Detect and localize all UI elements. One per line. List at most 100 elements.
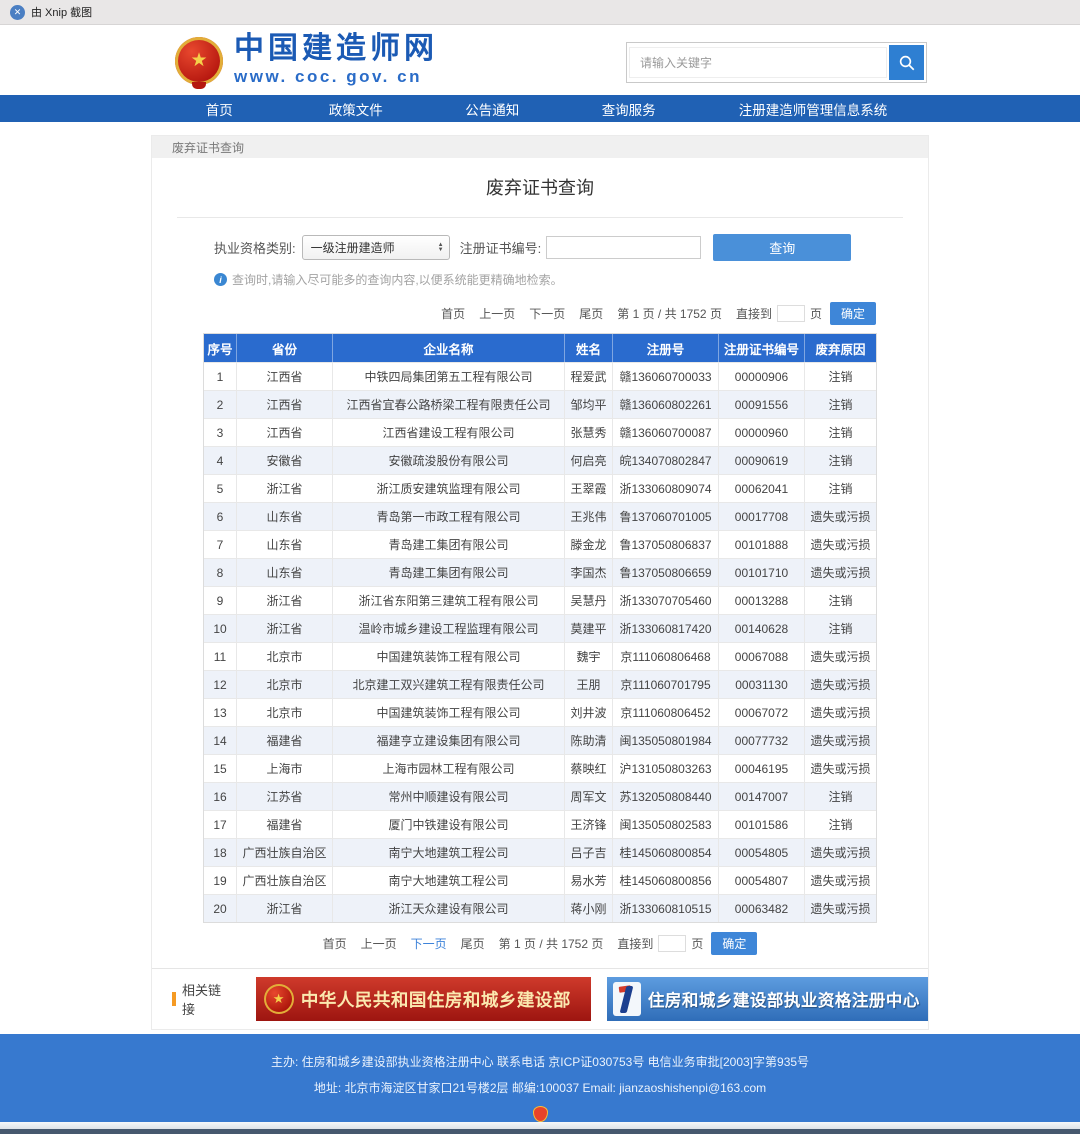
category-select[interactable]: 一级注册建造师 ▲▼ xyxy=(302,235,450,260)
table-cell: 00054805 xyxy=(719,838,805,866)
jump-page-input[interactable] xyxy=(777,305,805,322)
table-cell: 江西省建设工程有限公司 xyxy=(333,418,565,446)
nav-item-2[interactable]: 公告通知 xyxy=(424,95,560,122)
table-cell: 江西省 xyxy=(237,418,333,446)
table-cell: 5 xyxy=(204,474,237,502)
table-cell: 6 xyxy=(204,502,237,530)
query-button[interactable]: 查询 xyxy=(713,234,851,261)
table-cell: 9 xyxy=(204,586,237,614)
table-cell: 王兆伟 xyxy=(565,502,613,530)
jump-page-input[interactable] xyxy=(658,935,686,952)
capture-bar-label: 由 Xnip 截图 xyxy=(31,4,92,20)
search-icon xyxy=(898,54,916,72)
capture-bar: ✕ 由 Xnip 截图 xyxy=(0,0,1080,25)
xnip-scissors-icon: ✕ xyxy=(10,5,25,20)
search-button[interactable] xyxy=(889,45,924,80)
site-logo[interactable]: ★ 中国建造师网 www. coc. gov. cn xyxy=(175,34,438,87)
table-cell: 00000906 xyxy=(719,362,805,390)
table-cell: 浙江省 xyxy=(237,614,333,642)
table-row: 12北京市北京建工双兴建筑工程有限责任公司王朋京1110607017950003… xyxy=(204,670,876,698)
select-stepper-icon: ▲▼ xyxy=(438,243,444,253)
table-cell: 李国杰 xyxy=(565,558,613,586)
query-form: 执业资格类别: 一级注册建造师 ▲▼ 注册证书编号: 查询 xyxy=(214,234,928,261)
table-cell: 王济锋 xyxy=(565,810,613,838)
table-cell: 安徽疏浚股份有限公司 xyxy=(333,446,565,474)
table-cell: 注销 xyxy=(805,362,876,390)
table-row: 4安徽省安徽疏浚股份有限公司何启亮皖13407080284700090619注销 xyxy=(204,446,876,474)
nav-item-0[interactable]: 首页 xyxy=(151,95,287,122)
table-cell: 遗失或污损 xyxy=(805,502,876,530)
page-last-link[interactable]: 尾页 xyxy=(461,935,485,952)
table-cell: 7 xyxy=(204,530,237,558)
jump-confirm-button[interactable]: 确定 xyxy=(711,932,757,955)
mohurd-banner-link[interactable]: ★ 中华人民共和国住房和城乡建设部 xyxy=(256,977,591,1021)
nav-list: 首页政策文件公告通知查询服务注册建造师管理信息系统 xyxy=(151,95,929,122)
jump-unit-label: 页 xyxy=(810,305,822,322)
table-cell: 00147007 xyxy=(719,782,805,810)
table-row: 19广西壮族自治区南宁大地建筑工程公司易水芳桂14506080085600054… xyxy=(204,866,876,894)
page-first-link[interactable]: 首页 xyxy=(441,305,465,322)
table-header-cell: 注册号 xyxy=(613,334,719,362)
table-cell: 鲁137050806659 xyxy=(613,558,719,586)
main-nav: 首页政策文件公告通知查询服务注册建造师管理信息系统 xyxy=(0,95,1080,122)
search-input[interactable] xyxy=(629,47,887,78)
table-cell: 鲁137050806837 xyxy=(613,530,719,558)
table-cell: 00091556 xyxy=(719,390,805,418)
table-cell: 00054807 xyxy=(719,866,805,894)
table-cell: 安徽省 xyxy=(237,446,333,474)
table-cell: 沪131050803263 xyxy=(613,754,719,782)
table-cell: 00077732 xyxy=(719,726,805,754)
table-cell: 注销 xyxy=(805,782,876,810)
table-header-cell: 省份 xyxy=(237,334,333,362)
page-prev-link[interactable]: 上一页 xyxy=(479,305,515,322)
table-cell: 00031130 xyxy=(719,670,805,698)
table-cell: 京111060806468 xyxy=(613,642,719,670)
table-cell: 赣136060700087 xyxy=(613,418,719,446)
table-cell: 王朋 xyxy=(565,670,613,698)
table-row: 2江西省江西省宜春公路桥梁工程有限责任公司邹均平赣136060802261000… xyxy=(204,390,876,418)
nav-item-3[interactable]: 查询服务 xyxy=(560,95,696,122)
page-info: 第 1 页 / 共 1752 页 xyxy=(617,305,722,322)
police-badge-icon[interactable] xyxy=(533,1106,548,1122)
table-row: 14福建省福建亨立建设集团有限公司陈助清闽1350508019840007773… xyxy=(204,726,876,754)
page-last-link[interactable]: 尾页 xyxy=(579,305,603,322)
table-cell: 00140628 xyxy=(719,614,805,642)
mohurd-banner-label: 中华人民共和国住房和城乡建设部 xyxy=(301,987,571,1012)
national-emblem-icon: ★ xyxy=(175,37,223,85)
table-cell: 广西壮族自治区 xyxy=(237,866,333,894)
nav-item-4[interactable]: 注册建造师管理信息系统 xyxy=(697,95,929,122)
table-cell: 遗失或污损 xyxy=(805,670,876,698)
table-cell: 蒋小刚 xyxy=(565,894,613,922)
table-row: 17福建省厦门中铁建设有限公司王济锋闽13505080258300101586注… xyxy=(204,810,876,838)
cert-number-label: 注册证书编号: xyxy=(460,238,542,257)
cert-number-input[interactable] xyxy=(546,236,701,259)
table-cell: 遗失或污损 xyxy=(805,558,876,586)
table-cell: 浙133060809074 xyxy=(613,474,719,502)
jump-confirm-button[interactable]: 确定 xyxy=(830,302,876,325)
table-row: 13北京市中国建筑装饰工程有限公司刘井波京1110608064520006707… xyxy=(204,698,876,726)
table-cell: 吴慧丹 xyxy=(565,586,613,614)
table-cell: 2 xyxy=(204,390,237,418)
table-cell: 中国建筑装饰工程有限公司 xyxy=(333,698,565,726)
table-row: 18广西壮族自治区南宁大地建筑工程公司吕子吉桂14506080085400054… xyxy=(204,838,876,866)
registration-center-banner-link[interactable]: 住房和城乡建设部执业资格注册中心 xyxy=(607,977,928,1021)
table-row: 8山东省青岛建工集团有限公司李国杰鲁13705080665900101710遗失… xyxy=(204,558,876,586)
page-next-link[interactable]: 下一页 xyxy=(411,935,447,952)
table-cell: 遗失或污损 xyxy=(805,894,876,922)
logo-text: 中国建造师网 www. coc. gov. cn xyxy=(234,34,438,87)
table-cell: 上海市园林工程有限公司 xyxy=(333,754,565,782)
page-next-link[interactable]: 下一页 xyxy=(529,305,565,322)
related-links: 相关链接 ★ 中华人民共和国住房和城乡建设部 住房和城乡建设部执业资格注册中心 xyxy=(152,969,928,1029)
table-cell: 山东省 xyxy=(237,530,333,558)
title-divider xyxy=(177,217,903,218)
table-cell: 皖134070802847 xyxy=(613,446,719,474)
category-select-value: 一级注册建造师 xyxy=(311,239,395,256)
page-prev-link[interactable]: 上一页 xyxy=(361,935,397,952)
site-header: ★ 中国建造师网 www. coc. gov. cn xyxy=(0,25,1080,95)
table-cell: 魏宇 xyxy=(565,642,613,670)
table-cell: 赣136060700033 xyxy=(613,362,719,390)
page-first-link[interactable]: 首页 xyxy=(323,935,347,952)
footer-line-1: 主办: 住房和城乡建设部执业资格注册中心 联系电话 京ICP证030753号 电… xyxy=(271,1053,809,1070)
nav-item-1[interactable]: 政策文件 xyxy=(287,95,423,122)
table-cell: 浙江省 xyxy=(237,474,333,502)
